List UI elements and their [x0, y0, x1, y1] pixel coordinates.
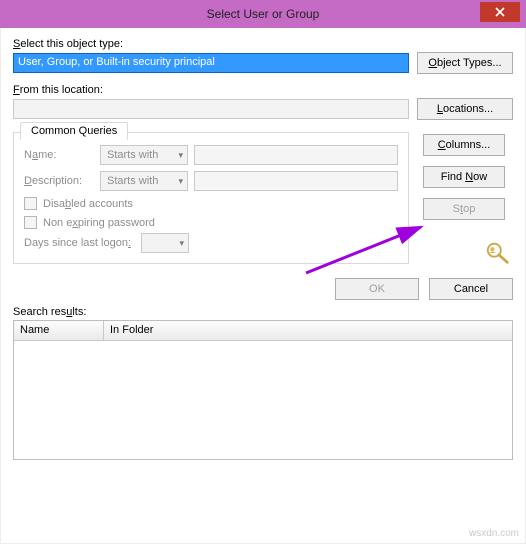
watermark: wsxdn.com [469, 528, 519, 539]
results-header: Name In Folder [14, 321, 512, 341]
description-match-value: Starts with [107, 175, 158, 187]
name-match-combo[interactable]: Starts with ▾ [100, 145, 188, 165]
name-input[interactable] [194, 145, 398, 165]
chevron-down-icon: ▾ [178, 150, 183, 161]
description-input[interactable] [194, 171, 398, 191]
days-since-logon-label: Days since last logon: [24, 237, 131, 249]
column-in-folder[interactable]: In Folder [104, 321, 512, 340]
close-button[interactable] [480, 2, 520, 22]
cancel-button[interactable]: Cancel [429, 278, 513, 300]
side-buttons: Columns... Find Now Stop [423, 130, 513, 266]
locations-button[interactable]: Locations... [417, 98, 513, 120]
find-people-icon [483, 240, 513, 266]
location-label: From this location: [13, 84, 513, 96]
object-type-label: SSelect this object type:elect this obje… [13, 38, 513, 50]
common-queries-tab[interactable]: Common Queries [20, 122, 128, 140]
object-types-button[interactable]: Object Types... [417, 52, 513, 74]
disabled-accounts-label: Disabled accounts [43, 198, 133, 210]
dialog-body: SSelect this object type:elect this obje… [0, 28, 526, 544]
column-name[interactable]: Name [14, 321, 104, 340]
non-expiring-label: Non expiring password [43, 217, 155, 229]
non-expiring-checkbox[interactable] [24, 216, 37, 229]
find-now-button[interactable]: Find Now [423, 166, 505, 188]
description-match-combo[interactable]: Starts with ▾ [100, 171, 188, 191]
results-list[interactable]: Name In Folder [13, 320, 513, 460]
search-results-label: Search results: [13, 306, 513, 318]
object-type-field[interactable]: User, Group, or Built-in security princi… [13, 53, 409, 73]
name-match-value: Starts with [107, 149, 158, 161]
close-icon [495, 7, 505, 17]
title-bar: Select User or Group [0, 0, 526, 28]
chevron-down-icon: ▾ [179, 238, 184, 249]
stop-button[interactable]: Stop [423, 198, 505, 220]
ok-button[interactable]: OK [335, 278, 419, 300]
columns-button[interactable]: Columns... [423, 134, 505, 156]
disabled-accounts-checkbox[interactable] [24, 197, 37, 210]
days-since-logon-combo[interactable]: ▾ [141, 233, 189, 253]
name-label: Name: [24, 149, 94, 161]
common-queries-group: Common Queries Name: Starts with ▾ Descr… [13, 132, 409, 264]
description-label: Description: [24, 175, 94, 187]
location-field[interactable] [13, 99, 409, 119]
window-title: Select User or Group [207, 7, 320, 21]
chevron-down-icon: ▾ [178, 176, 183, 187]
